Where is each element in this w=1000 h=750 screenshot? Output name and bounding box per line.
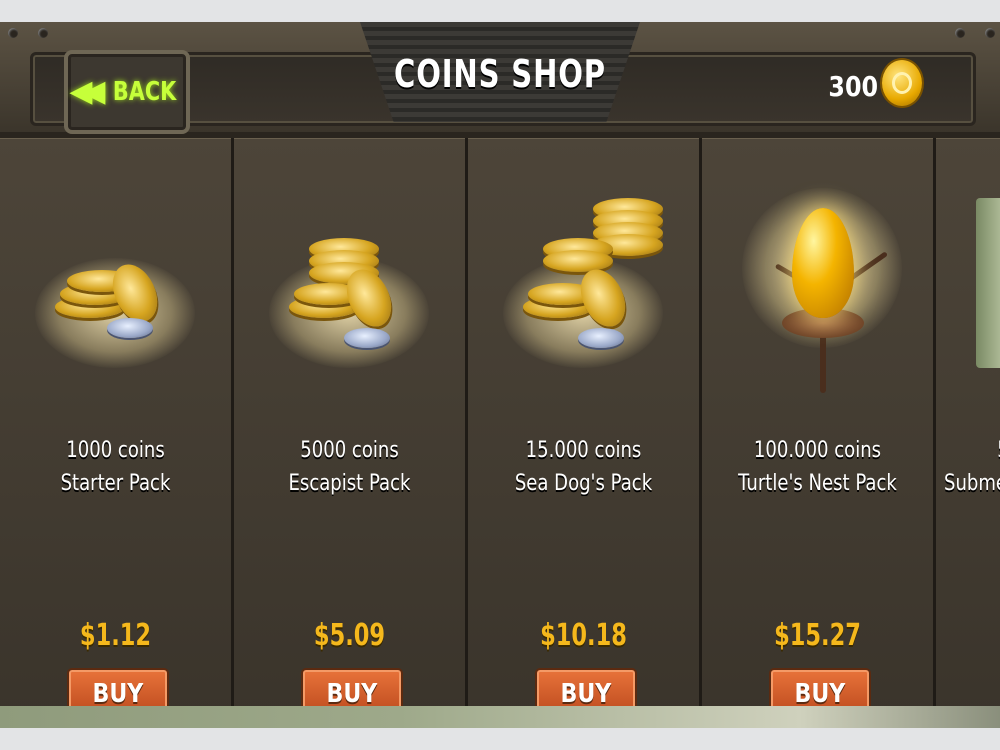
pack-card-submarine-partial: 5 Submer — [936, 138, 1000, 723]
pack-card-turtles-nest: 100.000 coins Turtle's Nest Pack $15.27 … — [702, 138, 936, 723]
submarine-image — [976, 198, 1000, 368]
pack-coins-label: 1000 coins — [66, 438, 165, 463]
rivet-icon — [985, 28, 995, 38]
pack-card-starter: 1000 coins Starter Pack $1.12 BUY — [0, 138, 234, 723]
pack-coins-label: 100.000 coins — [753, 438, 882, 463]
pack-price: $1.12 — [79, 618, 152, 653]
rivet-icon — [38, 28, 48, 38]
coin-pile-medium-image — [269, 238, 429, 368]
pack-name-label: Starter Pack — [60, 471, 171, 496]
pack-name-label: Sea Dog's Pack — [514, 471, 653, 496]
double-chevron-left-icon: ◀◀ — [69, 74, 105, 109]
pack-price: $5.09 — [313, 618, 386, 653]
pack-name-label: Turtle's Nest Pack — [738, 471, 897, 496]
pack-name-label: Escapist Pack — [288, 471, 411, 496]
golden-egg-nest-image — [742, 158, 902, 393]
page-title: COINS SHOP — [394, 52, 606, 96]
rivet-icon — [955, 28, 965, 38]
bottom-strip — [0, 706, 1000, 728]
pack-coins-label: 15.000 coins — [525, 438, 642, 463]
game-frame: COINS SHOP 300 ◀◀ BACK 1000 coins Starte… — [0, 22, 1000, 728]
gold-coin-icon — [882, 60, 922, 106]
pack-price: $10.18 — [540, 618, 627, 653]
coin-balance: 300 — [828, 70, 879, 103]
pack-price: $15.27 — [774, 618, 861, 653]
pack-list: 1000 coins Starter Pack $1.12 BUY 5000 c… — [0, 138, 1000, 728]
coin-pile-large-image — [503, 198, 663, 368]
pack-card-escapist: 5000 coins Escapist Pack $5.09 BUY — [234, 138, 468, 723]
pack-coins-label: 5000 coins — [300, 438, 399, 463]
back-button[interactable]: ◀◀ BACK — [64, 50, 190, 134]
rivet-icon — [8, 28, 18, 38]
pack-card-sea-dog: 15.000 coins Sea Dog's Pack $10.18 BUY — [468, 138, 702, 723]
pack-name-label: Submer — [944, 471, 1000, 496]
back-label: BACK — [113, 77, 177, 107]
coin-pile-small-image — [35, 238, 195, 368]
